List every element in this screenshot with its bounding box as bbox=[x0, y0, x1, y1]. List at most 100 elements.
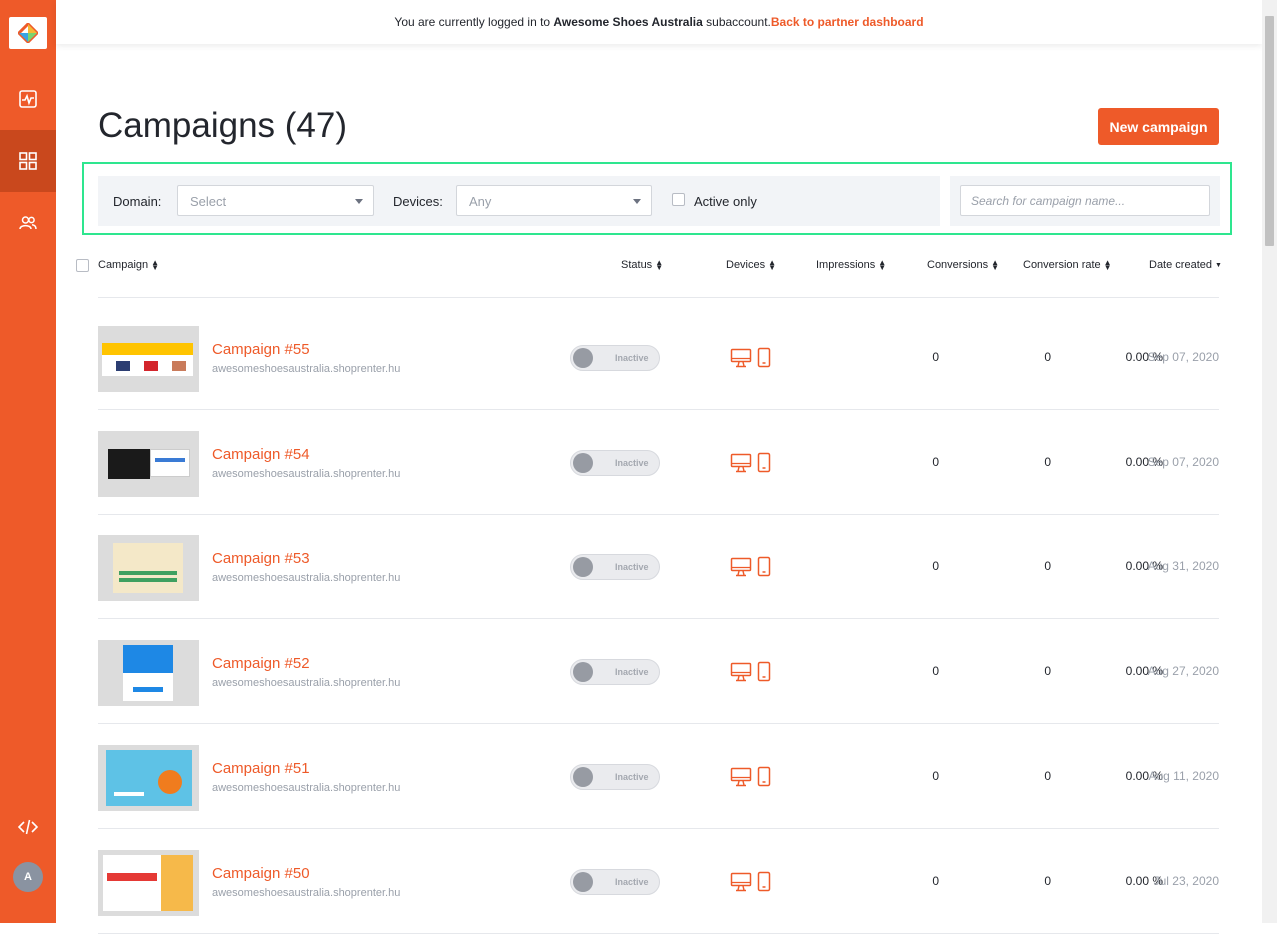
conversions-value: 0 bbox=[1044, 350, 1051, 364]
sort-icon: ▲ ▼ bbox=[151, 258, 160, 273]
toggle-knob bbox=[573, 767, 593, 787]
header-label: Conversion rate bbox=[1023, 259, 1101, 271]
header-label: Conversions bbox=[927, 259, 989, 271]
sidebar-item-subscribers[interactable] bbox=[0, 192, 56, 254]
sidebar-item-analytics[interactable] bbox=[0, 68, 56, 130]
date-created-value: Aug 31, 2020 bbox=[1147, 559, 1219, 573]
conversions-value: 0 bbox=[1044, 769, 1051, 783]
conversions-value: 0 bbox=[1044, 664, 1051, 678]
mobile-icon bbox=[757, 452, 771, 473]
status-label: Inactive bbox=[615, 562, 649, 572]
header-campaign[interactable]: Campaign ▲ ▼ bbox=[98, 258, 160, 273]
toggle-knob bbox=[573, 453, 593, 473]
banner-prefix: You are currently logged in to bbox=[394, 15, 554, 29]
toggle-knob bbox=[573, 872, 593, 892]
campaign-domain: awesomeshoesaustralia.shoprenter.hu bbox=[212, 782, 401, 794]
campaign-thumbnail[interactable] bbox=[98, 745, 199, 811]
status-toggle[interactable]: Inactive bbox=[570, 869, 660, 895]
devices-select-value: Any bbox=[469, 194, 492, 209]
sort-icon: ▲ ▼ bbox=[768, 258, 777, 273]
desktop-icon bbox=[730, 453, 752, 473]
active-only-label[interactable]: Active only bbox=[694, 194, 757, 209]
campaign-name-link[interactable]: Campaign #54 bbox=[212, 446, 310, 463]
campaign-name-link[interactable]: Campaign #53 bbox=[212, 550, 310, 567]
toggle-knob bbox=[573, 557, 593, 577]
header-impressions[interactable]: Impressions ▲ ▼ bbox=[816, 258, 887, 273]
status-label: Inactive bbox=[615, 772, 649, 782]
conversions-value: 0 bbox=[1044, 874, 1051, 888]
status-toggle[interactable]: Inactive bbox=[570, 345, 660, 371]
campaign-thumbnail[interactable] bbox=[98, 431, 199, 497]
campaign-domain: awesomeshoesaustralia.shoprenter.hu bbox=[212, 572, 401, 584]
impressions-value: 0 bbox=[932, 769, 939, 783]
header-label: Devices bbox=[726, 259, 766, 271]
filter-bar: Domain: Select Devices: Any Active only bbox=[82, 162, 1232, 235]
sort-desc-icon: ▼ bbox=[1214, 261, 1222, 269]
date-created-value: Aug 27, 2020 bbox=[1147, 664, 1219, 678]
domain-select[interactable]: Select bbox=[177, 185, 374, 216]
table-row[interactable]: Campaign #50 awesomeshoesaustralia.shopr… bbox=[98, 829, 1219, 934]
avatar[interactable]: A bbox=[13, 862, 43, 892]
header-label: Campaign bbox=[98, 259, 149, 271]
status-toggle[interactable]: Inactive bbox=[570, 450, 660, 476]
chevron-down-icon bbox=[355, 199, 363, 204]
campaign-thumbnail[interactable] bbox=[98, 640, 199, 706]
campaign-domain: awesomeshoesaustralia.shoprenter.hu bbox=[212, 363, 401, 375]
impressions-value: 0 bbox=[932, 664, 939, 678]
back-to-partner-link[interactable]: Back to partner dashboard bbox=[771, 15, 924, 29]
chevron-down-icon bbox=[633, 199, 641, 204]
filter-panel: Domain: Select Devices: Any Active only bbox=[98, 176, 940, 226]
campaign-name-link[interactable]: Campaign #50 bbox=[212, 865, 310, 882]
table-row[interactable]: Campaign #55 awesomeshoesaustralia.shopr… bbox=[98, 305, 1219, 410]
status-label: Inactive bbox=[615, 667, 649, 677]
header-status[interactable]: Status ▲ ▼ bbox=[621, 259, 663, 272]
sort-icon: ▲ ▼ bbox=[878, 258, 887, 273]
campaign-name-link[interactable]: Campaign #52 bbox=[212, 655, 310, 672]
desktop-icon bbox=[730, 662, 752, 682]
header-label: Status bbox=[621, 259, 653, 271]
header-date-created[interactable]: Date created ▼ bbox=[1149, 259, 1222, 271]
header-conversions[interactable]: Conversions ▲ ▼ bbox=[927, 259, 999, 272]
mobile-icon bbox=[757, 556, 771, 577]
banner-account: Awesome Shoes Australia bbox=[553, 15, 703, 29]
table-row[interactable]: Campaign #54 awesomeshoesaustralia.shopr… bbox=[98, 410, 1219, 515]
campaign-search-input[interactable] bbox=[960, 185, 1210, 216]
table-row[interactable]: Campaign #53 awesomeshoesaustralia.shopr… bbox=[98, 514, 1219, 619]
select-all-checkbox[interactable] bbox=[76, 259, 89, 272]
main-content: You are currently logged in to Awesome S… bbox=[56, 0, 1262, 934]
campaign-thumbnail[interactable] bbox=[98, 535, 199, 601]
toggle-knob bbox=[573, 348, 593, 368]
status-toggle[interactable]: Inactive bbox=[570, 554, 660, 580]
mobile-icon bbox=[757, 661, 771, 682]
impressions-value: 0 bbox=[932, 350, 939, 364]
devices-select[interactable]: Any bbox=[456, 185, 652, 216]
campaign-domain: awesomeshoesaustralia.shoprenter.hu bbox=[212, 887, 401, 899]
logo-icon bbox=[18, 23, 38, 43]
impressions-value: 0 bbox=[932, 455, 939, 469]
status-toggle[interactable]: Inactive bbox=[570, 659, 660, 685]
table-row[interactable]: Campaign #51 awesomeshoesaustralia.shopr… bbox=[98, 724, 1219, 829]
scrollbar-thumb[interactable] bbox=[1265, 16, 1274, 246]
campaign-domain: awesomeshoesaustralia.shoprenter.hu bbox=[212, 677, 401, 689]
banner-suffix: subaccount. bbox=[702, 15, 771, 29]
header-devices[interactable]: Devices ▲ ▼ bbox=[726, 258, 777, 273]
sidebar-item-campaigns[interactable] bbox=[0, 130, 56, 192]
sort-icon: ▲ ▼ bbox=[1103, 258, 1112, 273]
analytics-icon bbox=[19, 90, 37, 108]
status-label: Inactive bbox=[615, 877, 649, 887]
status-toggle[interactable]: Inactive bbox=[570, 764, 660, 790]
campaign-name-link[interactable]: Campaign #51 bbox=[212, 760, 310, 777]
table-row[interactable]: Campaign #52 awesomeshoesaustralia.shopr… bbox=[98, 619, 1219, 724]
campaign-name-link[interactable]: Campaign #55 bbox=[212, 341, 310, 358]
page-title: Campaigns (47) bbox=[98, 106, 347, 145]
header-conversion-rate[interactable]: Conversion rate ▲ ▼ bbox=[1023, 258, 1112, 273]
toggle-knob bbox=[573, 662, 593, 682]
campaign-thumbnail[interactable] bbox=[98, 326, 199, 392]
header-divider bbox=[98, 297, 1219, 298]
new-campaign-button[interactable]: New campaign bbox=[1098, 108, 1219, 145]
app-logo[interactable] bbox=[9, 17, 47, 49]
sidebar-item-code[interactable] bbox=[0, 796, 56, 858]
active-only-checkbox[interactable] bbox=[672, 193, 685, 206]
campaign-thumbnail[interactable] bbox=[98, 850, 199, 916]
scrollbar[interactable] bbox=[1262, 0, 1277, 923]
